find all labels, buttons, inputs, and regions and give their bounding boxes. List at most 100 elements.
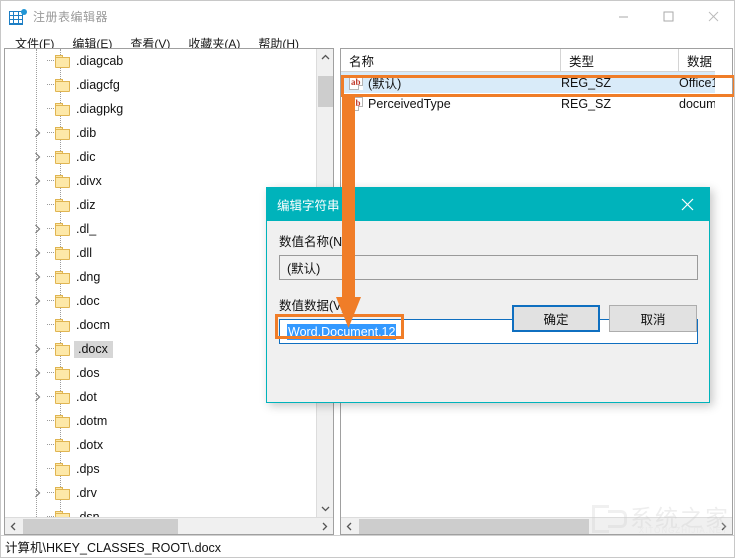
folder-icon	[55, 103, 70, 116]
close-icon[interactable]	[665, 188, 709, 221]
chevron-right-icon[interactable]	[29, 361, 45, 385]
value-name-text: (默认)	[287, 258, 320, 277]
close-icon[interactable]	[691, 1, 735, 32]
tree-item-dsn[interactable]: .dsn	[5, 505, 316, 517]
tree-horizontal-scrollbar[interactable]	[5, 517, 333, 534]
folder-icon	[55, 319, 70, 332]
cell-name: (默认)	[341, 72, 561, 93]
folder-icon	[55, 127, 70, 140]
tree-connector	[45, 409, 55, 433]
chevron-right-icon[interactable]	[29, 289, 45, 313]
column-header-type[interactable]: 类型	[561, 49, 679, 72]
maximize-icon[interactable]	[646, 1, 691, 32]
list-horizontal-scrollbar[interactable]	[341, 517, 732, 534]
tree-connector	[45, 361, 55, 385]
folder-icon	[55, 79, 70, 92]
folder-icon	[55, 271, 70, 284]
tree-connector	[45, 505, 55, 517]
cell-name: PerceivedType	[341, 93, 561, 114]
value-data-text: Word.Document.12	[287, 324, 396, 340]
window-controls	[601, 1, 735, 32]
tree-item-drv[interactable]: .drv	[5, 481, 316, 505]
folder-icon	[55, 199, 70, 212]
tree-connector	[45, 385, 55, 409]
tree-item-diagpkg[interactable]: .diagpkg	[5, 97, 316, 121]
folder-icon	[55, 415, 70, 428]
dialog-title: 编辑字符串	[277, 195, 340, 214]
tree-connector	[45, 193, 55, 217]
scroll-right-icon[interactable]	[316, 518, 333, 535]
edit-string-dialog: 编辑字符串 数值名称(N): (默认) 数值数据(V): Word.Docume…	[266, 187, 710, 403]
tree-connector	[45, 337, 55, 361]
status-path: 计算机\HKEY_CLASSES_ROOT\.docx	[5, 537, 221, 556]
tree-item-label: .drv	[76, 486, 103, 500]
folder-icon	[55, 367, 70, 380]
registry-icon	[9, 9, 25, 25]
minimize-icon[interactable]	[601, 1, 646, 32]
chevron-right-icon[interactable]	[29, 265, 45, 289]
tree-item-label: .docx	[74, 341, 113, 358]
tree-item-dic[interactable]: .dic	[5, 145, 316, 169]
dialog-buttons: 确定 取消	[512, 305, 697, 332]
tree-connector	[45, 433, 55, 457]
folder-icon	[55, 487, 70, 500]
table-row[interactable]: PerceivedTypeREG_SZdocumen	[341, 93, 732, 114]
tree-item-label: .dos	[76, 366, 106, 380]
table-row[interactable]: (默认)REG_SZOffice12	[341, 72, 732, 93]
scroll-left-icon[interactable]	[5, 518, 22, 535]
tree-connector	[45, 313, 55, 337]
tree-item-label: .diz	[76, 198, 101, 212]
tree-item-dotx[interactable]: .dotx	[5, 433, 316, 457]
folder-icon	[55, 247, 70, 260]
tree-scroll-thumb[interactable]	[318, 76, 333, 107]
tree-connector	[45, 289, 55, 313]
scroll-up-icon[interactable]	[317, 49, 334, 66]
chevron-right-icon[interactable]	[29, 217, 45, 241]
tree-connector	[45, 73, 55, 97]
tree-item-label: .doc	[76, 294, 106, 308]
scroll-down-icon[interactable]	[317, 500, 334, 517]
chevron-right-icon[interactable]	[29, 169, 45, 193]
list-rows: (默认)REG_SZOffice12PerceivedTypeREG_SZdoc…	[341, 72, 732, 114]
cell-type: REG_SZ	[561, 72, 679, 93]
cancel-button[interactable]: 取消	[609, 305, 697, 332]
tree-item-dotm[interactable]: .dotm	[5, 409, 316, 433]
tree-hscroll-thumb[interactable]	[23, 519, 178, 534]
scroll-left-icon[interactable]	[341, 518, 358, 535]
chevron-right-icon[interactable]	[29, 241, 45, 265]
tree-connector	[45, 241, 55, 265]
chevron-right-icon[interactable]	[29, 481, 45, 505]
tree-connector	[45, 169, 55, 193]
dialog-title-bar: 编辑字符串	[267, 188, 709, 221]
value-name-input[interactable]: (默认)	[279, 255, 698, 280]
tree-connector	[45, 481, 55, 505]
tree-item-diagcfg[interactable]: .diagcfg	[5, 73, 316, 97]
tree-item-dib[interactable]: .dib	[5, 121, 316, 145]
folder-icon	[55, 55, 70, 68]
scroll-right-icon[interactable]	[715, 518, 732, 535]
tree-item-dps[interactable]: .dps	[5, 457, 316, 481]
folder-icon	[55, 175, 70, 188]
chevron-right-icon[interactable]	[29, 145, 45, 169]
tree-item-label: .dps	[76, 462, 106, 476]
folder-icon	[55, 439, 70, 452]
column-header-name[interactable]: 名称	[341, 49, 561, 72]
tree-item-diagcab[interactable]: .diagcab	[5, 49, 316, 73]
dialog-body: 数值名称(N): (默认) 数值数据(V): Word.Document.12 …	[267, 221, 709, 344]
chevron-right-icon[interactable]	[29, 121, 45, 145]
chevron-right-icon[interactable]	[29, 385, 45, 409]
cell-type: REG_SZ	[561, 93, 679, 114]
folder-icon	[55, 343, 70, 356]
ok-button[interactable]: 确定	[512, 305, 600, 332]
folder-icon	[55, 391, 70, 404]
tree-connector	[45, 457, 55, 481]
chevron-right-icon[interactable]	[29, 337, 45, 361]
list-hscroll-thumb[interactable]	[359, 519, 589, 534]
value-name: PerceivedType	[368, 97, 451, 111]
tree-connector	[45, 121, 55, 145]
tree-item-label: .diagcab	[76, 54, 129, 68]
string-value-icon	[349, 76, 363, 90]
tree-item-label: .diagcfg	[76, 78, 126, 92]
tree-connector	[45, 49, 55, 73]
value-name-label: 数值名称(N):	[279, 231, 697, 250]
